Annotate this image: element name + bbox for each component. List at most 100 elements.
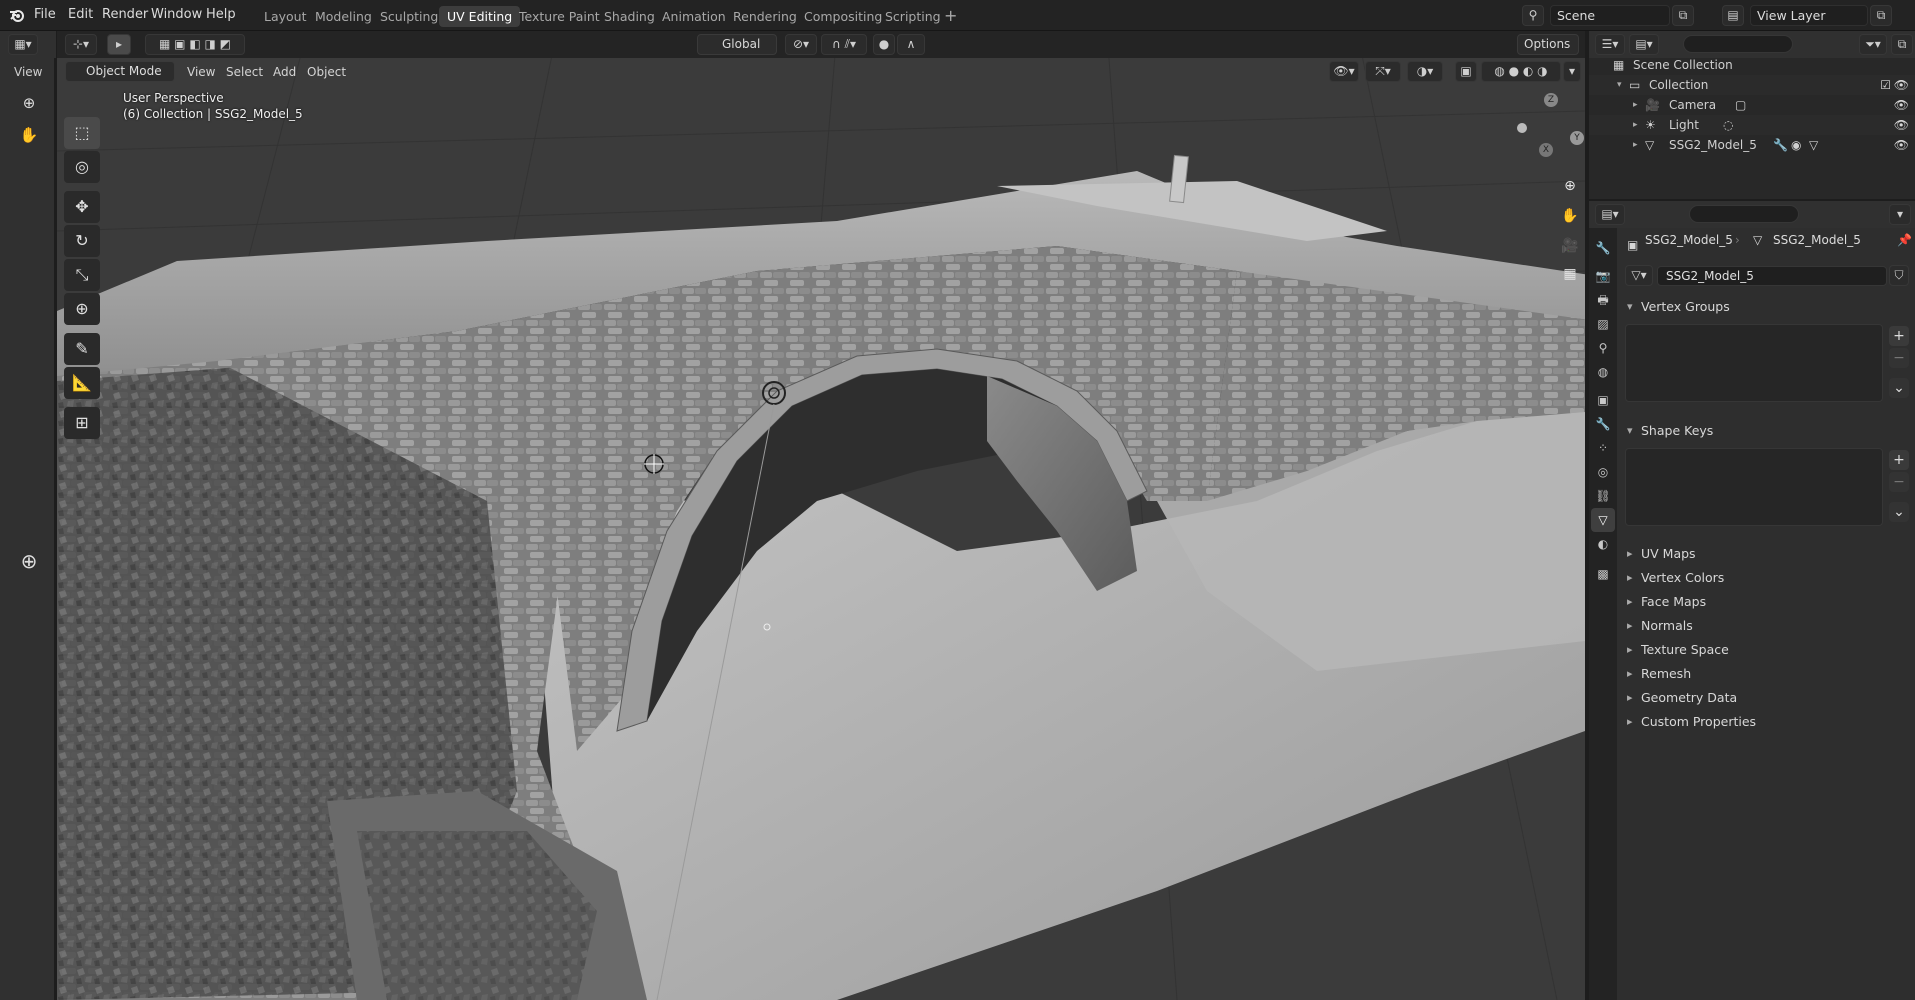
menu-select[interactable]: Select	[226, 65, 263, 79]
outliner-row-scene-collection[interactable]: ▦ Scene Collection	[1589, 55, 1915, 75]
shading-options-icon[interactable]: ▾	[1563, 61, 1581, 82]
expand-chevron-icon[interactable]: ▸	[1633, 115, 1638, 135]
menu-window[interactable]: Window	[151, 7, 202, 22]
eye-icon[interactable]: 👁	[1894, 115, 1909, 135]
menu-add[interactable]: Add	[273, 65, 296, 79]
outliner-row-camera[interactable]: ▸ 🎥 Camera ▢ 👁	[1589, 95, 1915, 115]
gizmo-x-axis[interactable]: X	[1539, 143, 1553, 157]
vertex-groups-list[interactable]	[1625, 324, 1883, 402]
rotate-tool-icon[interactable]: ↻	[64, 225, 100, 257]
selection-mode-icons[interactable]: ▦ ▣ ◧ ◨ ◩	[145, 34, 245, 55]
expand-chevron-icon[interactable]: ▸	[1633, 95, 1638, 115]
move-tool-icon[interactable]: ✥	[64, 191, 100, 223]
transform-tool-icon[interactable]: ⊕	[64, 293, 100, 325]
object-tab-icon[interactable]: ▣	[1591, 388, 1615, 412]
falloff-icon[interactable]: ∧	[897, 34, 925, 55]
add-workspace-icon[interactable]: +	[944, 6, 957, 25]
shading-mode-icons[interactable]: ◍ ● ◐ ◑	[1481, 61, 1561, 82]
gizmo-neg-axis[interactable]	[1517, 123, 1527, 133]
new-scene-icon[interactable]: ⧉	[1672, 5, 1694, 26]
physics-tab-icon[interactable]: ◎	[1591, 460, 1615, 484]
visibility-eye-icon[interactable]: 👁▾	[1329, 61, 1359, 82]
view-layer-field[interactable]: View Layer	[1750, 5, 1868, 26]
mesh-name-field[interactable]: SSG2_Model_5	[1657, 266, 1887, 286]
scene-tab-icon[interactable]: ⚲	[1591, 336, 1615, 360]
select-tool-icon[interactable]: ▸	[107, 34, 131, 55]
cursor-tool-icon[interactable]: ◎	[64, 151, 100, 183]
scene-name-field[interactable]: Scene	[1550, 5, 1670, 26]
filter-icon[interactable]: ⏷▾	[1859, 34, 1887, 55]
vertex-group-menu-icon[interactable]: ⌄	[1889, 378, 1909, 398]
panel-texture-space[interactable]: Texture Space	[1623, 639, 1913, 661]
panel-vertex-colors[interactable]: Vertex Colors	[1623, 567, 1913, 589]
scene-selector-icon[interactable]: ⚲	[1522, 5, 1544, 26]
tab-shading[interactable]: Shading	[596, 6, 663, 27]
expand-chevron-icon[interactable]: ▾	[1617, 75, 1622, 95]
eye-icon[interactable]: 👁	[1894, 95, 1909, 115]
properties-options-icon[interactable]: ▾	[1889, 204, 1911, 225]
remove-shape-key-button[interactable]: −	[1889, 472, 1909, 492]
panel-normals[interactable]: Normals	[1623, 615, 1913, 637]
tab-modeling[interactable]: Modeling	[307, 6, 380, 27]
tab-sculpting[interactable]: Sculpting	[372, 6, 446, 27]
outliner-editor-type-icon[interactable]: ☰▾	[1595, 34, 1625, 55]
outliner-row-light[interactable]: ▸ ☀ Light ◌ 👁	[1589, 115, 1915, 135]
panel-vertex-groups[interactable]: Vertex Groups	[1623, 296, 1913, 318]
blender-logo-icon[interactable]	[8, 6, 26, 24]
new-collection-icon[interactable]: ⧉	[1891, 34, 1913, 55]
collection-checkbox-icon[interactable]: ☑	[1880, 75, 1891, 95]
measure-tool-icon[interactable]: 📐	[64, 367, 100, 399]
menu-edit[interactable]: Edit	[68, 7, 93, 22]
panel-custom-properties[interactable]: Custom Properties	[1623, 711, 1913, 733]
shape-key-menu-icon[interactable]: ⌄	[1889, 502, 1909, 522]
object-mode-dropdown[interactable]: Object Mode	[65, 61, 175, 82]
gizmo-z-axis[interactable]: Z	[1544, 93, 1558, 107]
menu-file[interactable]: File	[34, 7, 56, 22]
outliner-row-ssg2-model[interactable]: ▸ ▽ SSG2_Model_5 🔧 ◉ ▽ 👁	[1589, 135, 1915, 155]
transform-orientation-dropdown[interactable]: Global	[697, 34, 777, 55]
zoom-view-icon[interactable]: ⊕	[1557, 173, 1583, 199]
eye-icon[interactable]: 👁	[1894, 75, 1909, 95]
pan-view-icon[interactable]: ✋	[1557, 203, 1583, 229]
particles-tab-icon[interactable]: ⁘	[1591, 436, 1615, 460]
panel-shape-keys[interactable]: Shape Keys	[1623, 420, 1913, 442]
mesh-data-tab-icon[interactable]: ▽	[1591, 508, 1615, 532]
menu-help[interactable]: Help	[206, 7, 236, 22]
view-layer-selector-icon[interactable]: ▤	[1722, 5, 1744, 26]
view-layer-tab-icon[interactable]: ▨	[1591, 312, 1615, 336]
tab-animation[interactable]: Animation	[654, 6, 734, 27]
expand-chevron-icon[interactable]: ▸	[1633, 135, 1638, 155]
camera-view-icon[interactable]: 🎥	[1557, 233, 1583, 259]
annotate-tool-icon[interactable]: ✎	[64, 333, 100, 365]
outliner-search-input[interactable]	[1683, 35, 1793, 53]
constraints-tab-icon[interactable]: ⛓	[1591, 484, 1615, 508]
world-tab-icon[interactable]: ◍	[1591, 360, 1615, 384]
add-vertex-group-button[interactable]: +	[1889, 326, 1909, 346]
scale-tool-icon[interactable]: ⤡	[64, 259, 100, 291]
add-cube-tool-icon[interactable]: ⊞	[64, 407, 100, 439]
new-view-layer-icon[interactable]: ⧉	[1870, 5, 1892, 26]
zoom-icon[interactable]: ⊕	[17, 91, 41, 115]
3d-viewport[interactable]: ⊹▾ ▸ ▦ ▣ ◧ ◨ ◩ Global ⊘▾ ∩ ⫽▾ ● ∧ Option…	[57, 31, 1585, 1000]
tab-texture-paint[interactable]: Texture Paint	[511, 6, 608, 27]
output-tab-icon[interactable]: 🖶	[1591, 288, 1615, 312]
viewport-scene[interactable]	[57, 31, 1585, 1000]
menu-view[interactable]: View	[187, 65, 215, 79]
menu-render[interactable]: Render	[102, 7, 148, 22]
shape-keys-list[interactable]	[1625, 448, 1883, 526]
panel-geometry-data[interactable]: Geometry Data	[1623, 687, 1913, 709]
panel-face-maps[interactable]: Face Maps	[1623, 591, 1913, 613]
options-dropdown[interactable]: Options	[1517, 34, 1579, 55]
display-mode-icon[interactable]: ▤▾	[1629, 34, 1659, 55]
gizmo-toggle-icon[interactable]: ⤧▾	[1365, 61, 1401, 82]
pan-hand-icon[interactable]: ✋	[17, 123, 41, 147]
tab-layout[interactable]: Layout	[256, 6, 315, 27]
properties-search-input[interactable]	[1689, 205, 1799, 223]
add-shape-key-button[interactable]: +	[1889, 450, 1909, 470]
ortho-toggle-icon[interactable]: ▦	[1557, 261, 1583, 287]
gizmo-y-axis[interactable]: Y	[1570, 131, 1584, 145]
overlay-toggle-icon[interactable]: ◑▾	[1407, 61, 1443, 82]
pin-icon[interactable]: 📌	[1897, 233, 1912, 247]
xray-toggle-icon[interactable]: ▣	[1455, 61, 1477, 82]
tab-rendering[interactable]: Rendering	[725, 6, 805, 27]
